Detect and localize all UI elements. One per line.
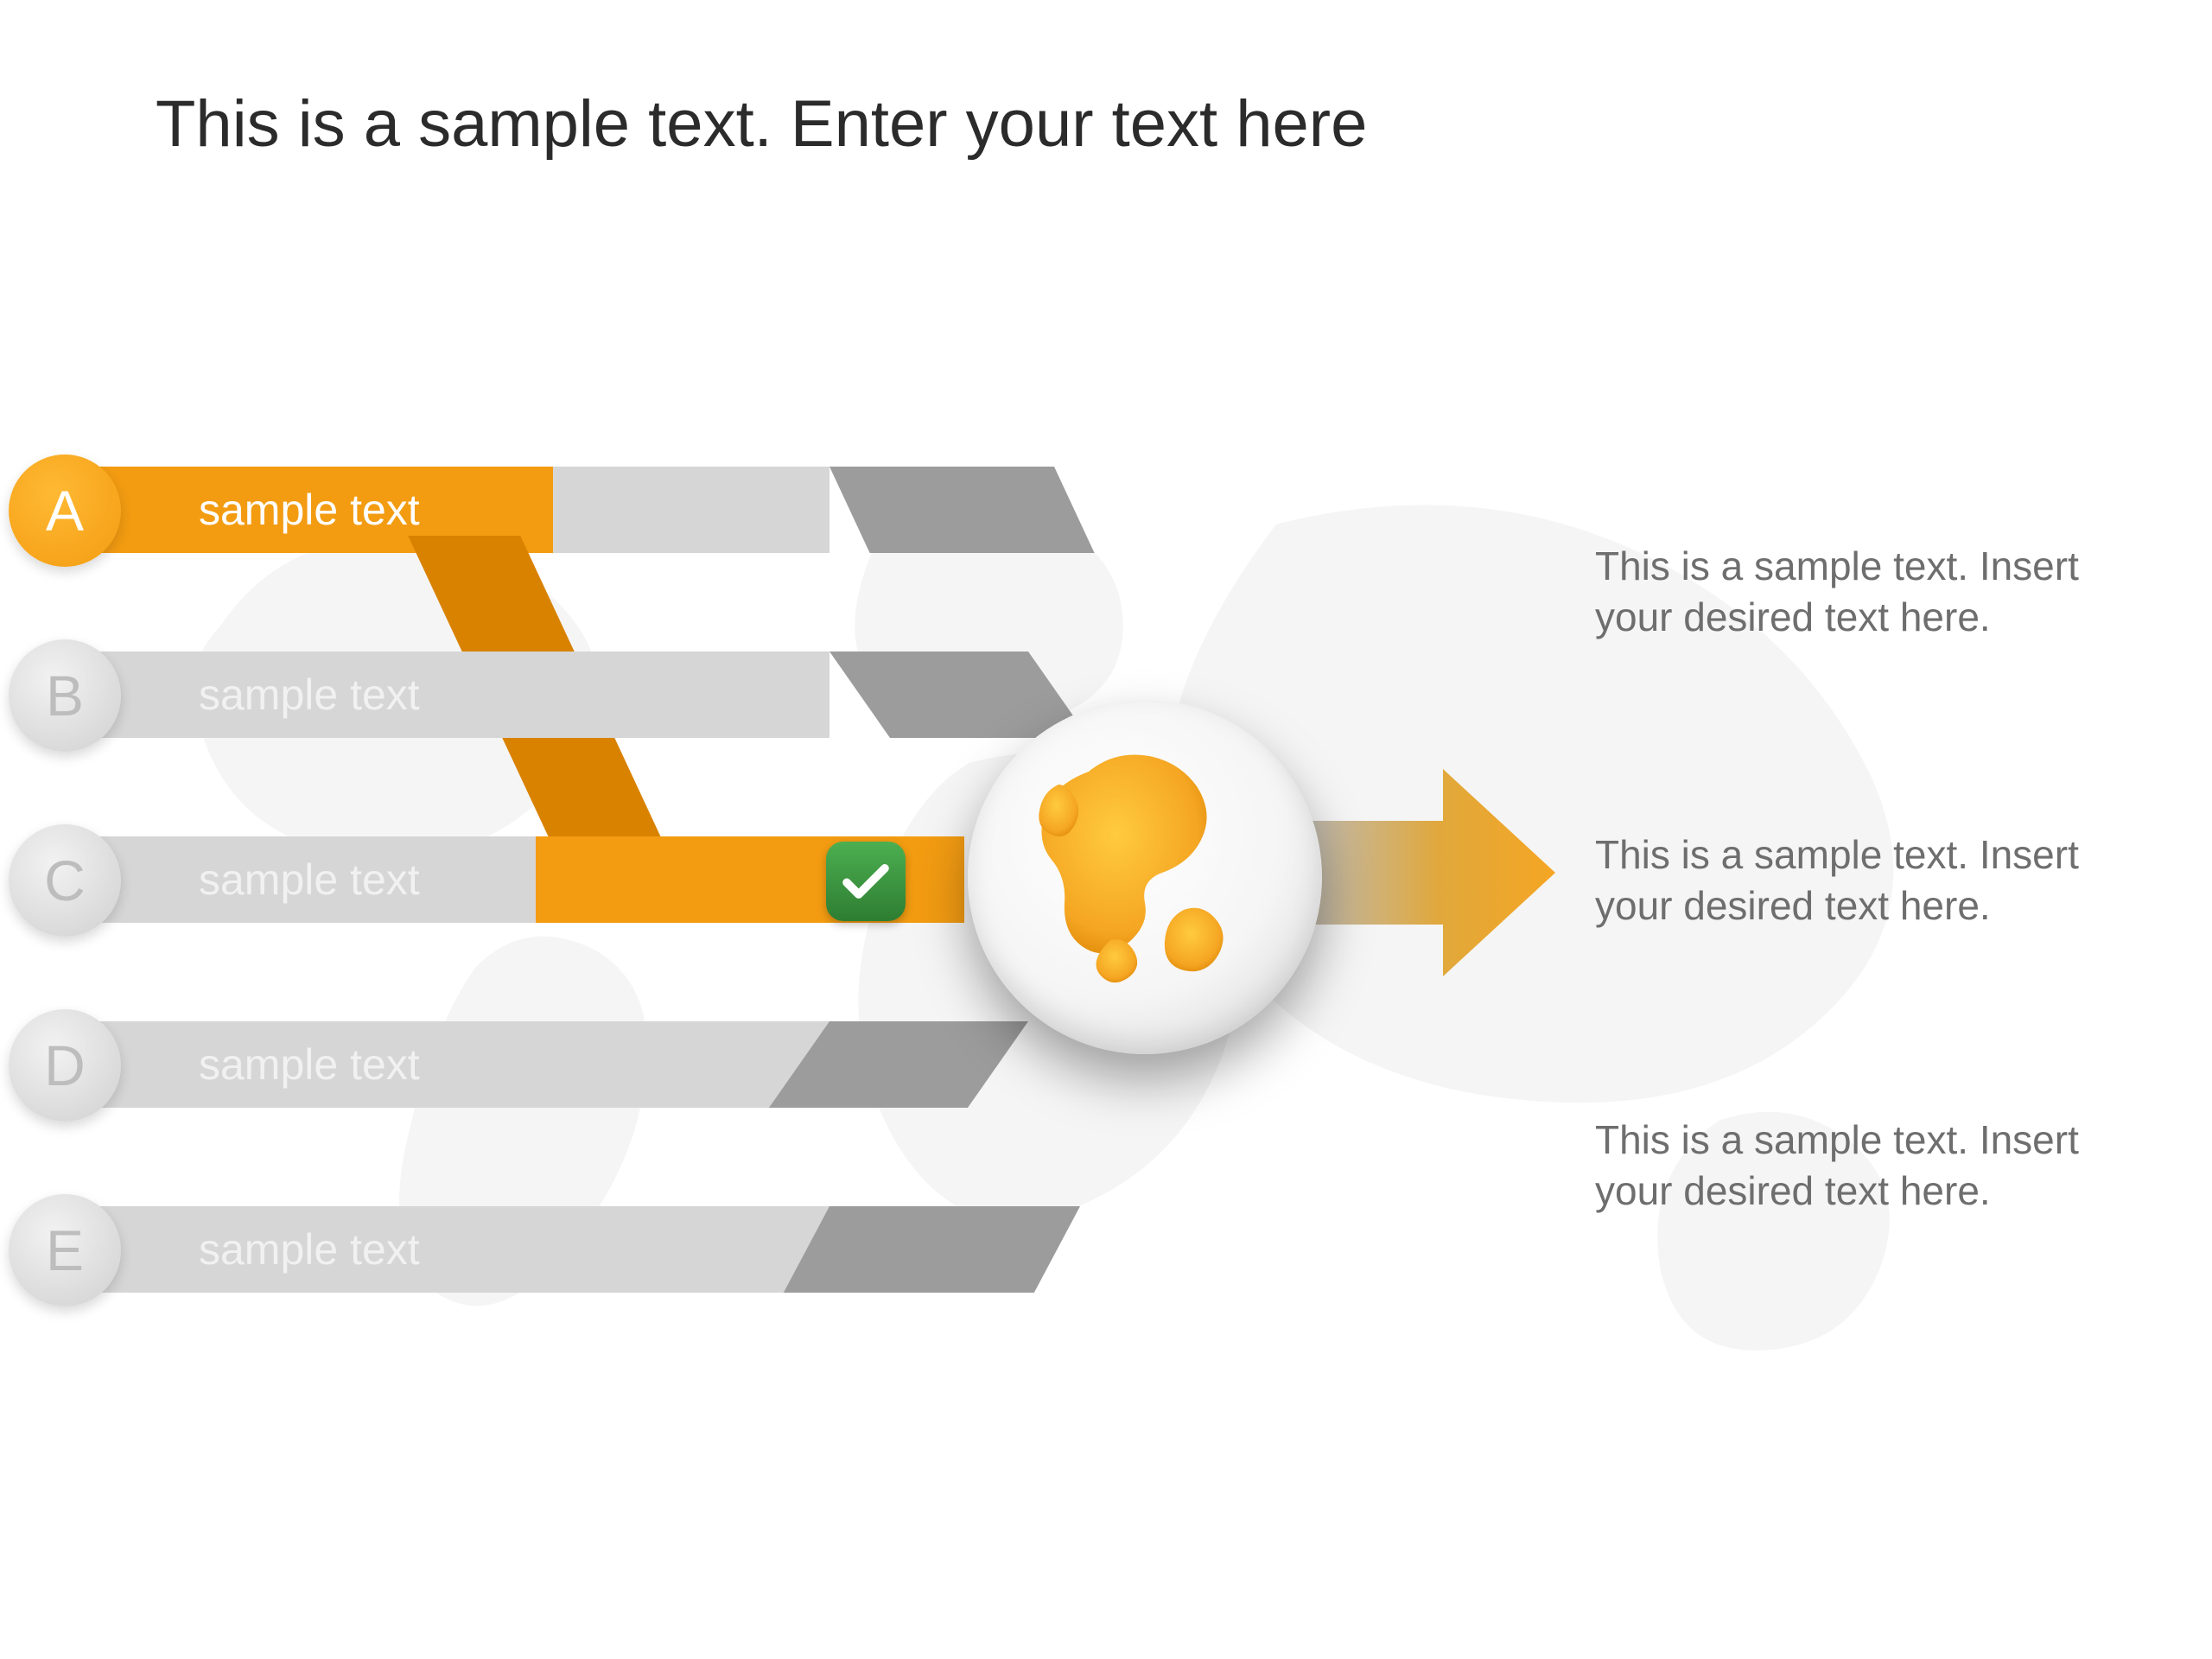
- globe-icon: [968, 700, 1322, 1054]
- label-c: sample text: [199, 836, 420, 923]
- description-block-3: This is a sample text. Insert your desir…: [1595, 1115, 2096, 1217]
- bar-b-seg1: [52, 652, 830, 738]
- badge-d: D: [9, 1009, 121, 1122]
- badge-c: C: [9, 824, 121, 937]
- bar-e-seg2: [784, 1206, 1080, 1293]
- badge-e: E: [9, 1194, 121, 1306]
- badge-b: B: [9, 639, 121, 752]
- badge-c-letter: C: [44, 848, 86, 913]
- arrow-right-icon: [1296, 760, 1555, 985]
- label-a: sample text: [199, 467, 420, 553]
- badge-e-letter: E: [46, 1217, 84, 1283]
- description-block-2: This is a sample text. Insert your desir…: [1595, 830, 2096, 931]
- bar-e-seg1: [52, 1206, 830, 1293]
- checkmark-icon: [826, 842, 906, 921]
- badge-a: A: [9, 454, 121, 567]
- label-b: sample text: [199, 652, 420, 738]
- slide-title: This is a sample text. Enter your text h…: [156, 86, 1367, 162]
- bar-a-grey-seg1: [553, 467, 830, 553]
- label-e: sample text: [199, 1206, 420, 1293]
- badge-a-letter: A: [46, 478, 84, 543]
- badge-d-letter: D: [44, 1033, 86, 1098]
- bar-d-seg1: [52, 1021, 830, 1108]
- badge-b-letter: B: [46, 663, 84, 728]
- label-d: sample text: [199, 1021, 420, 1108]
- bar-a-grey-seg2: [830, 467, 1095, 553]
- description-block-1: This is a sample text. Insert your desir…: [1595, 541, 2096, 643]
